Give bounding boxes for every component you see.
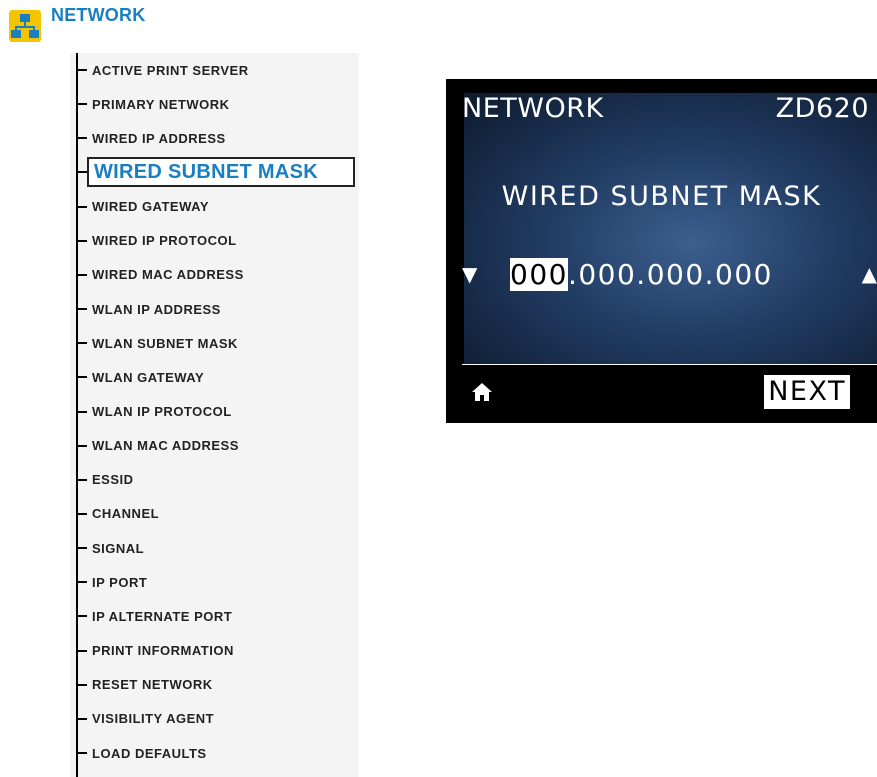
- increment-arrow-icon[interactable]: ▲: [862, 262, 877, 286]
- menu-item-label: PRINT INFORMATION: [92, 643, 234, 659]
- menu-item[interactable]: WLAN MAC ADDRESS: [77, 436, 239, 456]
- menu-item-label: PRIMARY NETWORK: [92, 96, 230, 112]
- menu-item-selected[interactable]: WIRED SUBNET MASK: [77, 155, 355, 189]
- menu-item-label: VISIBILITY AGENT: [92, 711, 215, 727]
- menu-item[interactable]: WLAN SUBNET MASK: [77, 333, 238, 353]
- menu-item-label: WLAN SUBNET MASK: [92, 335, 238, 351]
- network-icon: [9, 10, 41, 42]
- menu-item[interactable]: WLAN IP PROTOCOL: [77, 402, 232, 422]
- menu-item[interactable]: WLAN IP ADDRESS: [77, 299, 221, 319]
- menu-item-label: IP ALTERNATE PORT: [92, 608, 233, 624]
- menu-title: NETWORK: [51, 5, 146, 25]
- decrement-arrow-icon[interactable]: ▼: [462, 262, 490, 286]
- tree-branch: [77, 308, 87, 311]
- tree-branch: [77, 342, 87, 345]
- menu-item-label: WLAN IP ADDRESS: [92, 301, 221, 317]
- tree-branch: [77, 103, 87, 106]
- menu-item[interactable]: RESET NETWORK: [77, 675, 213, 695]
- active-octet: 000: [510, 257, 568, 291]
- remaining-octets: .000.000.000: [567, 257, 773, 291]
- tree-branch: [77, 478, 87, 481]
- menu-item[interactable]: SIGNAL: [77, 538, 144, 558]
- menu-item[interactable]: PRIMARY NETWORK: [77, 94, 230, 114]
- menu-item-label: CHANNEL: [92, 506, 160, 522]
- display-divider: [462, 364, 877, 365]
- tree-branch: [77, 581, 87, 584]
- tree-branch: [77, 683, 87, 686]
- menu-item-label: WIRED IP ADDRESS: [92, 130, 226, 146]
- menu-item-label: WLAN IP PROTOCOL: [92, 404, 232, 419]
- tree-branch: [77, 273, 87, 276]
- menu-item-label: WIRED SUBNET MASK: [94, 160, 318, 183]
- tree-branch: [77, 547, 87, 550]
- tree-branch: [77, 239, 87, 242]
- menu-item[interactable]: IP PORT: [77, 572, 147, 592]
- menu-item[interactable]: WIRED GATEWAY: [77, 197, 209, 217]
- printer-display: NETWORK ZD620 WIRED SUBNET MASK ▼ 000.00…: [446, 79, 877, 423]
- home-icon[interactable]: [471, 381, 493, 403]
- tree-branch: [77, 376, 87, 379]
- menu-item[interactable]: WIRED IP PROTOCOL: [77, 231, 237, 251]
- menu-item-label: WIRED MAC ADDRESS: [92, 267, 244, 283]
- menu-item[interactable]: ESSID: [77, 470, 134, 490]
- tree-branch: [77, 752, 87, 754]
- menu-item-label: ESSID: [92, 472, 134, 488]
- tree-branch: [77, 171, 87, 174]
- tree-branch: [77, 137, 87, 140]
- menu-item[interactable]: PRINT INFORMATION: [77, 641, 234, 661]
- display-content-area: [464, 93, 877, 365]
- menu-item-label: WLAN GATEWAY: [92, 369, 205, 385]
- tree-branch: [77, 649, 87, 652]
- menu-item[interactable]: CHANNEL: [77, 504, 159, 524]
- display-setting-name: WIRED SUBNET MASK: [501, 181, 822, 212]
- next-button[interactable]: NEXT: [764, 375, 850, 409]
- display-menu-name: NETWORK: [462, 93, 604, 124]
- tree-branch: [77, 512, 87, 515]
- menu-item[interactable]: ACTIVE PRINT SERVER: [77, 60, 249, 80]
- tree-branch: [77, 69, 87, 71]
- tree-branch: [77, 410, 87, 413]
- menu-item[interactable]: WIRED MAC ADDRESS: [77, 265, 244, 285]
- menu-item-label: IP PORT: [92, 574, 148, 590]
- menu-item-label: LOAD DEFAULTS: [92, 745, 207, 761]
- menu-item[interactable]: IP ALTERNATE PORT: [77, 606, 232, 626]
- tree-branch: [77, 444, 87, 447]
- menu-item-label: ACTIVE PRINT SERVER: [92, 62, 249, 78]
- tree-branch: [77, 717, 87, 720]
- selection-box: WIRED SUBNET MASK: [87, 157, 355, 188]
- subnet-mask-value[interactable]: 000.000.000.000: [510, 257, 773, 291]
- menu-item[interactable]: VISIBILITY AGENT: [77, 709, 214, 729]
- menu-item[interactable]: LOAD DEFAULTS: [77, 743, 207, 763]
- menu-item-label: WLAN MAC ADDRESS: [92, 438, 239, 454]
- menu-item[interactable]: WIRED IP ADDRESS: [77, 128, 226, 148]
- menu-item-label: SIGNAL: [92, 540, 145, 556]
- menu-item-label: WIRED GATEWAY: [92, 199, 210, 215]
- display-model: ZD620: [775, 93, 869, 124]
- tree-branch: [77, 615, 87, 618]
- value-row: ▼ 000.000.000.000 ▲: [462, 254, 877, 294]
- menu-item-label: RESET NETWORK: [92, 677, 213, 693]
- menu-item[interactable]: WLAN GATEWAY: [77, 367, 204, 387]
- tree-branch: [77, 205, 87, 208]
- menu-item-label: WIRED IP PROTOCOL: [92, 233, 237, 249]
